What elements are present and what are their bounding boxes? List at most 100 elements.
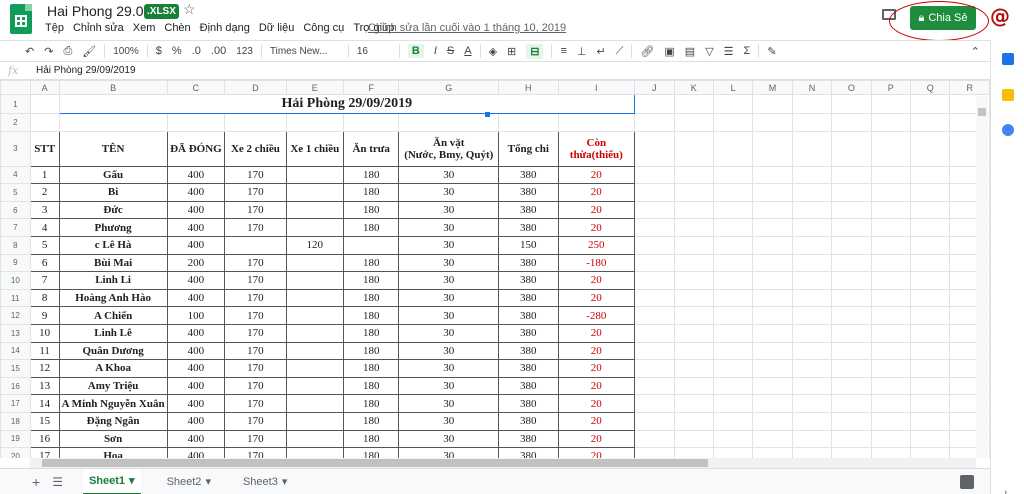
cell[interactable] [166, 113, 226, 132]
header-cell[interactable]: Xe 1 chiều [285, 130, 345, 167]
cell[interactable]: Gấu [58, 165, 168, 185]
cell[interactable]: 170 [224, 183, 287, 202]
cell[interactable] [831, 183, 872, 202]
cell[interactable] [673, 341, 714, 361]
cell[interactable] [712, 429, 754, 449]
cell[interactable] [752, 200, 793, 220]
cell[interactable] [285, 341, 345, 361]
cell[interactable]: Bùi Mai [58, 253, 168, 273]
cell[interactable] [712, 183, 754, 202]
cell[interactable] [791, 429, 833, 449]
cell[interactable]: 400 [166, 394, 226, 413]
cell[interactable] [712, 113, 754, 132]
cell[interactable]: 30 [398, 235, 500, 255]
cell[interactable] [634, 306, 675, 325]
cell[interactable]: 180 [342, 183, 400, 202]
cell[interactable] [831, 359, 872, 378]
cell[interactable]: 120 [285, 235, 345, 255]
cell[interactable] [285, 288, 345, 308]
cell[interactable] [909, 165, 951, 185]
cell[interactable] [224, 235, 287, 255]
cell[interactable]: 380 [498, 341, 559, 361]
cell[interactable] [634, 359, 675, 378]
cell[interactable] [831, 235, 872, 255]
cell[interactable] [870, 271, 912, 290]
row-header[interactable]: 3 [0, 130, 31, 167]
row-header[interactable]: 2 [0, 113, 31, 132]
cell[interactable] [712, 394, 754, 413]
cell[interactable]: 170 [224, 376, 287, 396]
cell[interactable]: 150 [498, 235, 559, 255]
cell[interactable]: Linh Lê [58, 323, 168, 343]
cell[interactable]: Amy Triệu [58, 376, 168, 396]
cell[interactable] [752, 165, 793, 185]
cell[interactable]: 380 [498, 306, 559, 325]
cell[interactable]: Đặng Ngân [58, 411, 168, 431]
cell[interactable]: 400 [166, 271, 226, 290]
cell[interactable] [752, 376, 793, 396]
cell[interactable] [498, 113, 559, 132]
cell[interactable] [712, 165, 754, 185]
menu-data[interactable]: Dữ liệu [259, 22, 295, 34]
text-color-button[interactable]: A [464, 45, 471, 57]
all-sheets-icon[interactable]: ☰ [52, 475, 63, 489]
currency-button[interactable]: $ [156, 45, 162, 57]
cell[interactable] [342, 235, 400, 255]
cell[interactable] [752, 183, 793, 202]
text-wrap-icon[interactable]: ↵ [597, 45, 606, 58]
cell[interactable] [58, 113, 168, 132]
cell[interactable] [909, 113, 951, 132]
cell[interactable] [673, 306, 714, 325]
cell[interactable] [712, 200, 754, 220]
cell[interactable]: Quân Dương [58, 341, 168, 361]
cell[interactable] [752, 341, 793, 361]
align-vertical-icon[interactable]: ⊥ [577, 45, 587, 58]
cell[interactable] [673, 130, 714, 167]
cell[interactable] [673, 235, 714, 255]
cell[interactable]: 180 [342, 447, 400, 458]
cell[interactable]: 180 [342, 394, 400, 413]
cell[interactable]: 180 [342, 165, 400, 185]
undo-icon[interactable]: ↶ [25, 45, 34, 58]
cell[interactable]: 7 [29, 271, 60, 290]
cell[interactable] [791, 288, 833, 308]
cell[interactable] [673, 271, 714, 290]
zoom-select[interactable]: 100% [113, 46, 139, 57]
cell[interactable]: 30 [398, 447, 500, 458]
cell[interactable] [909, 271, 951, 290]
cell[interactable] [634, 288, 675, 308]
cell[interactable]: 30 [398, 341, 500, 361]
cell[interactable] [752, 429, 793, 449]
cell[interactable]: 180 [342, 341, 400, 361]
header-cell[interactable]: Xe 2 chiều [224, 130, 287, 167]
row-header[interactable]: 15 [0, 359, 31, 378]
cell[interactable] [791, 113, 833, 132]
star-icon[interactable]: ☆ [183, 1, 196, 18]
row-header[interactable]: 1 [0, 94, 31, 114]
cell[interactable]: 9 [29, 306, 60, 325]
cell[interactable]: 30 [398, 411, 500, 431]
cell[interactable] [673, 253, 714, 273]
cell[interactable] [791, 200, 833, 220]
cell[interactable] [634, 429, 675, 449]
column-header[interactable]: K [673, 80, 714, 95]
cell[interactable] [285, 376, 345, 396]
cell[interactable]: 170 [224, 253, 287, 273]
cell[interactable] [831, 218, 872, 237]
more-formats-select[interactable]: 123 [236, 46, 253, 57]
row-header[interactable]: 5 [0, 183, 31, 202]
cell[interactable]: 20 [557, 200, 636, 220]
cell[interactable]: 20 [557, 341, 636, 361]
vertical-scrollbar[interactable] [976, 96, 988, 458]
cell[interactable]: 380 [498, 376, 559, 396]
insert-link-icon[interactable]: 🔗︎ [640, 45, 654, 58]
cell[interactable] [634, 183, 675, 202]
cell[interactable] [634, 200, 675, 220]
cell[interactable] [712, 323, 754, 343]
cell[interactable] [791, 165, 833, 185]
cell[interactable] [673, 165, 714, 185]
cell[interactable] [752, 306, 793, 325]
cell[interactable] [909, 183, 951, 202]
cell[interactable]: 30 [398, 218, 500, 237]
cell[interactable]: 170 [224, 271, 287, 290]
